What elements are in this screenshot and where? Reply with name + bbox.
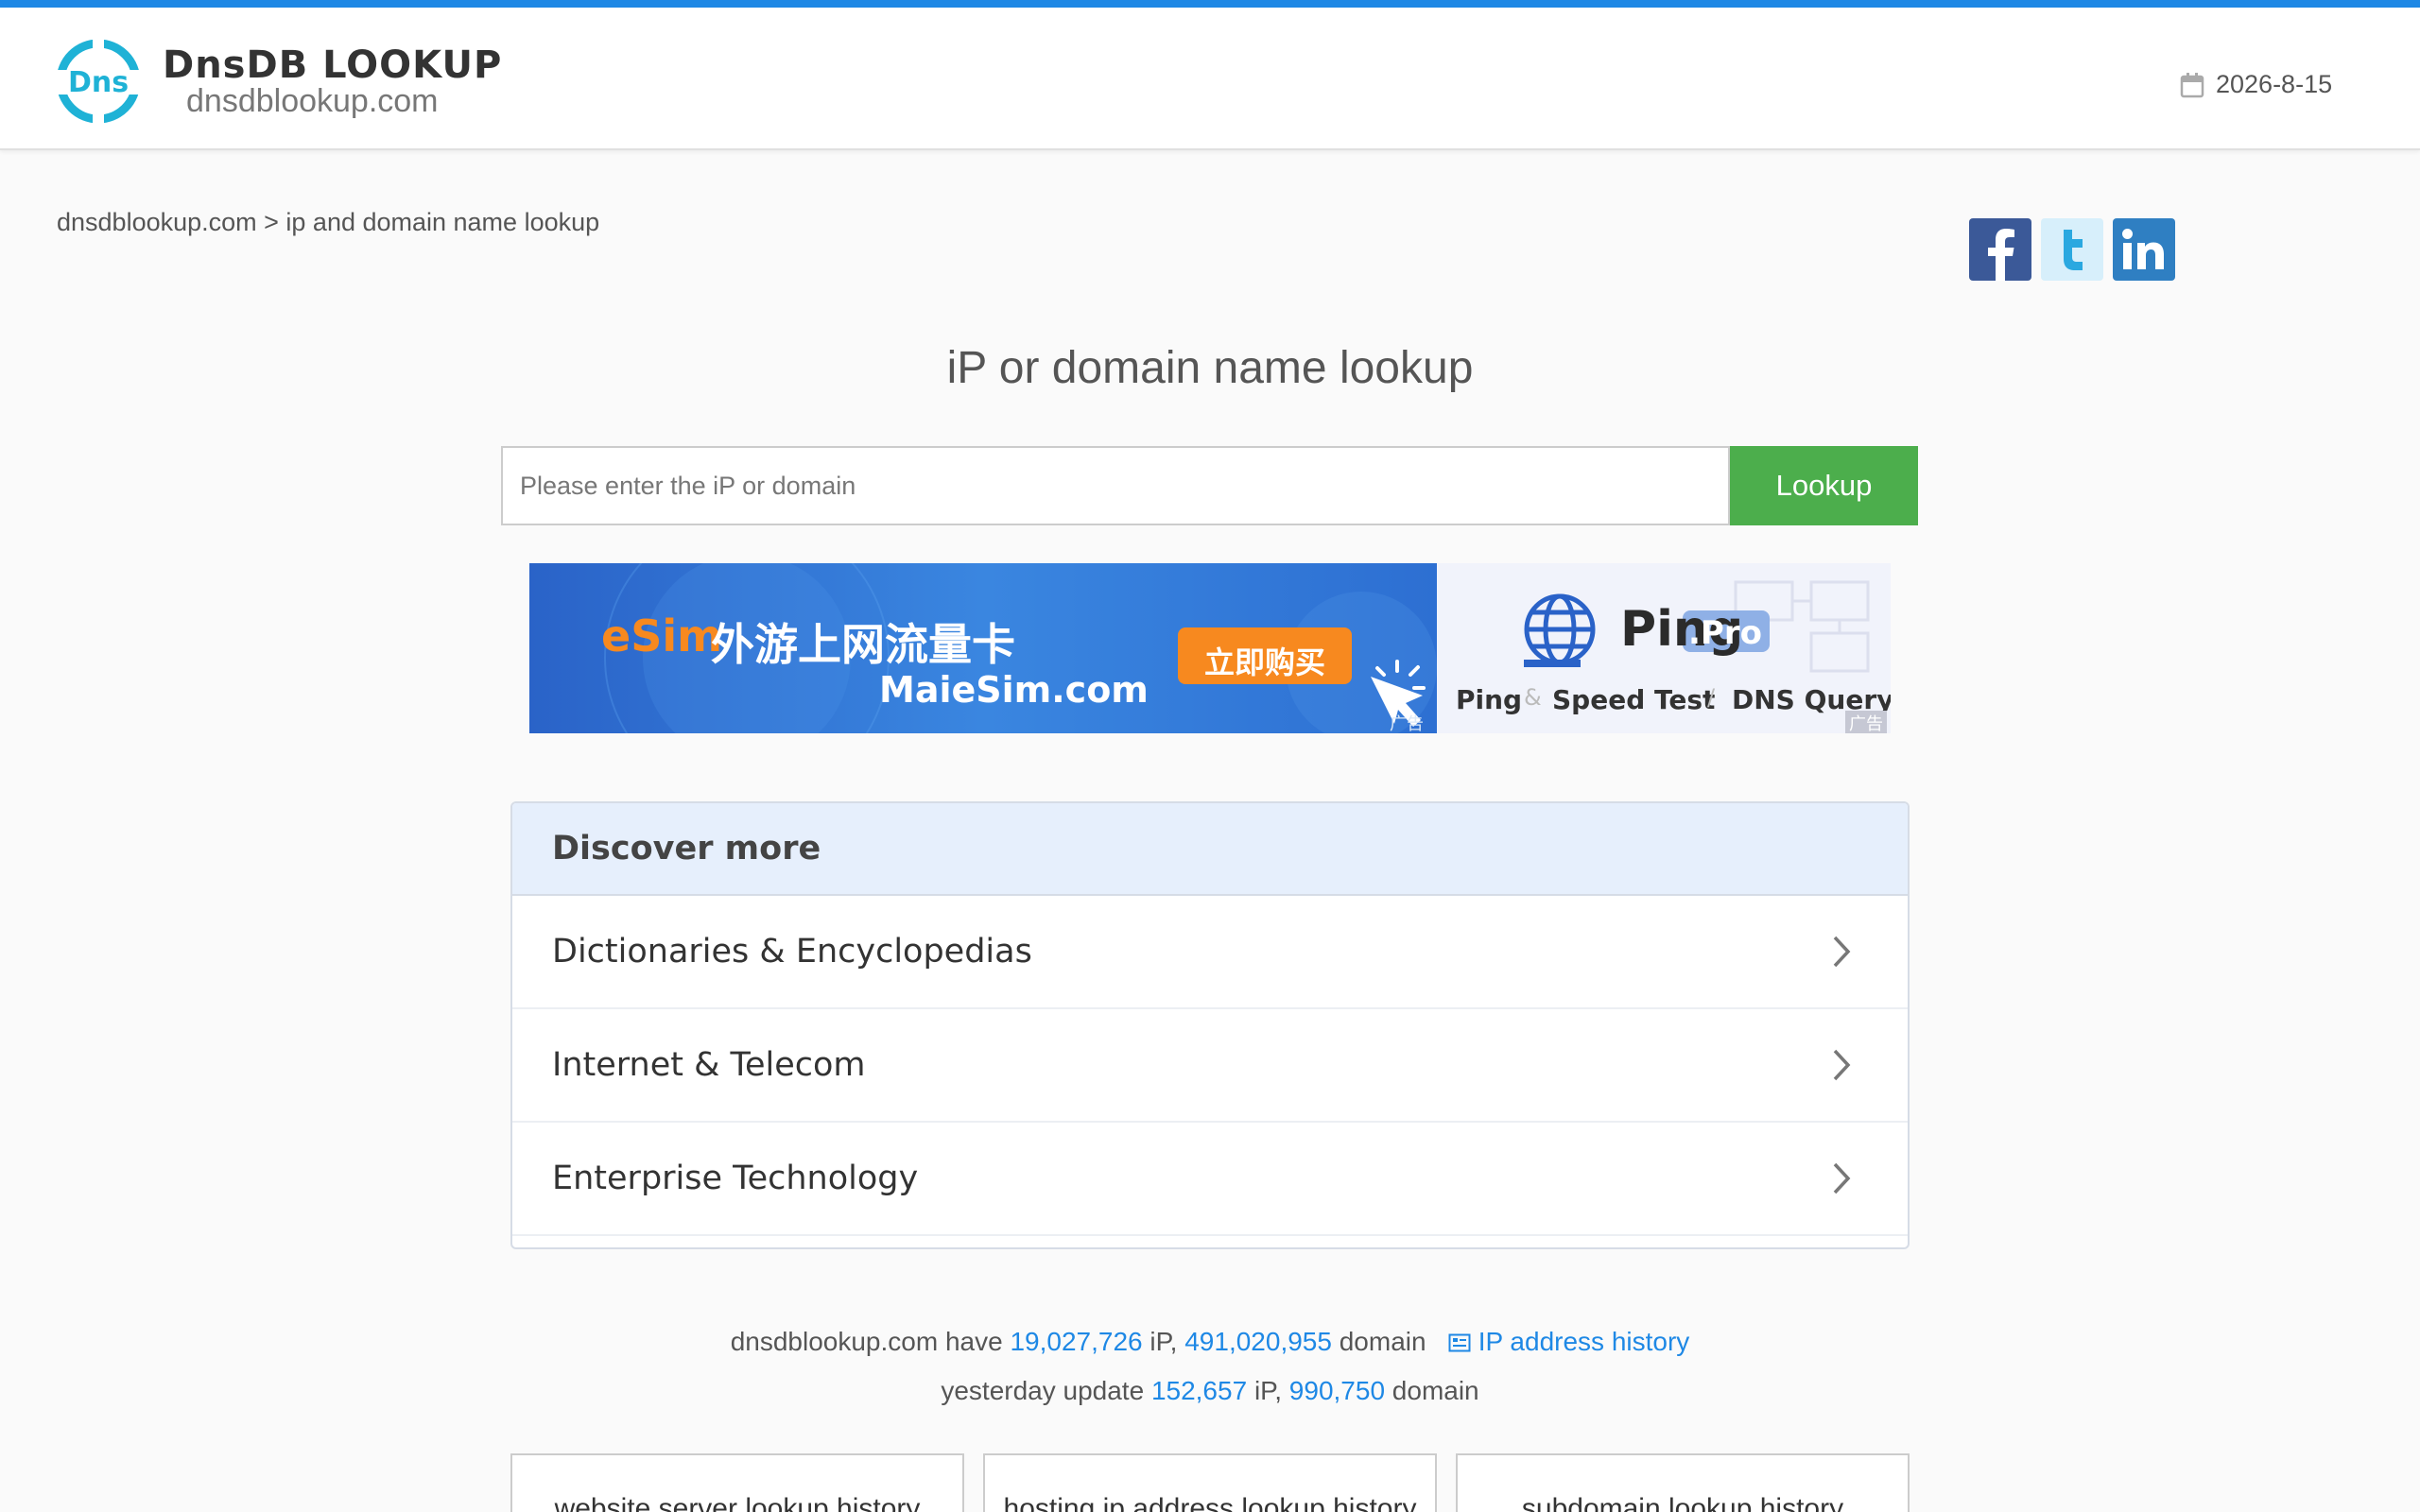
ad-tagline-slash: /: [1707, 684, 1716, 711]
chevron-right-icon: [1833, 1049, 1851, 1081]
stats-totals: dnsdblookup.com have 19,027,726 iP, 491,…: [0, 1327, 2420, 1357]
ping-pro-ad-banner[interactable]: Ping .Pro Ping & Speed Test / DNS Query …: [1437, 563, 1891, 733]
ip-history-link[interactable]: IP address history: [1478, 1327, 1690, 1356]
date-display: 2026-8-15: [2180, 70, 2332, 99]
ad-badge: 广告: [1390, 714, 1424, 733]
discover-item-label: Internet & Telecom: [552, 1046, 866, 1084]
calendar-icon: [2180, 72, 2204, 97]
card-website-server-history[interactable]: website server lookup history: [510, 1453, 964, 1512]
ad-tagline-speed: Speed Test: [1552, 684, 1716, 715]
breadcrumb[interactable]: dnsdblookup.com > ip and domain name loo…: [57, 208, 599, 237]
chevron-right-icon: [1833, 936, 1851, 968]
discover-item-enterprise[interactable]: Enterprise Technology: [512, 1123, 1908, 1236]
discover-item-label: Dictionaries & Encyclopedias: [552, 933, 1032, 971]
history-list-icon: [1448, 1333, 1471, 1352]
discover-item-internet[interactable]: Internet & Telecom: [512, 1009, 1908, 1123]
svg-text:Dns: Dns: [68, 66, 129, 99]
card-subdomain-history[interactable]: subdomain lookup history: [1456, 1453, 1910, 1512]
domain-count: 491,020,955: [1184, 1327, 1332, 1356]
ad-buy-button[interactable]: 立即购买: [1204, 639, 1325, 682]
stats-yesterday: yesterday update 152,657 iP, 990,750 dom…: [0, 1376, 2420, 1406]
ad-tagline-ping: Ping: [1456, 684, 1523, 715]
domain-word: domain: [1339, 1327, 1426, 1356]
site-header: Dns DnsDB LOOKUP dnsdblookup.com 2026-8-…: [0, 8, 2420, 150]
discover-item-dictionaries[interactable]: Dictionaries & Encyclopedias: [512, 896, 1908, 1009]
ad-badge: 广告: [1845, 711, 1887, 733]
esim-ad-banner[interactable]: eSim 外游上网流量卡 MaieSim.com 立即购买 广告: [529, 563, 1437, 733]
page-title: iP or domain name lookup: [946, 343, 1474, 393]
logo-title[interactable]: DnsDB LOOKUP: [163, 43, 502, 87]
discover-more-panel: Discover more Dictionaries & Encyclopedi…: [510, 801, 1910, 1249]
yesterday-domain-count: 990,750: [1288, 1376, 1386, 1405]
date-text: 2026-8-15: [2216, 70, 2333, 98]
panel-header: Discover more: [512, 803, 1908, 896]
social-share: [1969, 218, 2175, 281]
ad-tagline-amp: &: [1524, 684, 1542, 711]
ad-cn-title: 外游上网流量卡: [711, 619, 1015, 670]
yesterday-ip-count: 152,657: [1150, 1376, 1248, 1405]
lookup-button[interactable]: Lookup: [1730, 446, 1918, 525]
stats-prefix: dnsdblookup.com have: [730, 1327, 1003, 1356]
discover-item-label: Enterprise Technology: [552, 1160, 919, 1197]
card-hosting-ip-history[interactable]: hosting ip address lookup history: [983, 1453, 1437, 1512]
yesterday-domain-word: domain: [1392, 1376, 1479, 1405]
stats-yesterday-prefix: yesterday update: [941, 1376, 1145, 1405]
ad-pro-badge: .Pro: [1688, 614, 1762, 652]
search-input[interactable]: [501, 446, 1730, 525]
ip-count: 19,027,726: [1010, 1327, 1143, 1356]
ip-word: iP,: [1150, 1327, 1178, 1356]
yesterday-ip-word: iP,: [1253, 1376, 1283, 1405]
top-accent-bar: [0, 0, 2420, 8]
chevron-right-icon: [1833, 1162, 1851, 1194]
logo-subtitle[interactable]: dnsdblookup.com: [186, 83, 439, 120]
ad-site-text: MaieSim.com: [879, 669, 1149, 711]
ad-esim-text: eSim: [601, 610, 723, 662]
history-cards: website server lookup history hosting ip…: [510, 1453, 1910, 1512]
panel-title: Discover more: [552, 830, 821, 868]
linkedin-icon[interactable]: [2113, 218, 2175, 281]
facebook-icon[interactable]: [1969, 218, 2031, 281]
twitter-icon[interactable]: [2041, 218, 2103, 281]
dns-logo-icon[interactable]: Dns: [55, 34, 142, 129]
